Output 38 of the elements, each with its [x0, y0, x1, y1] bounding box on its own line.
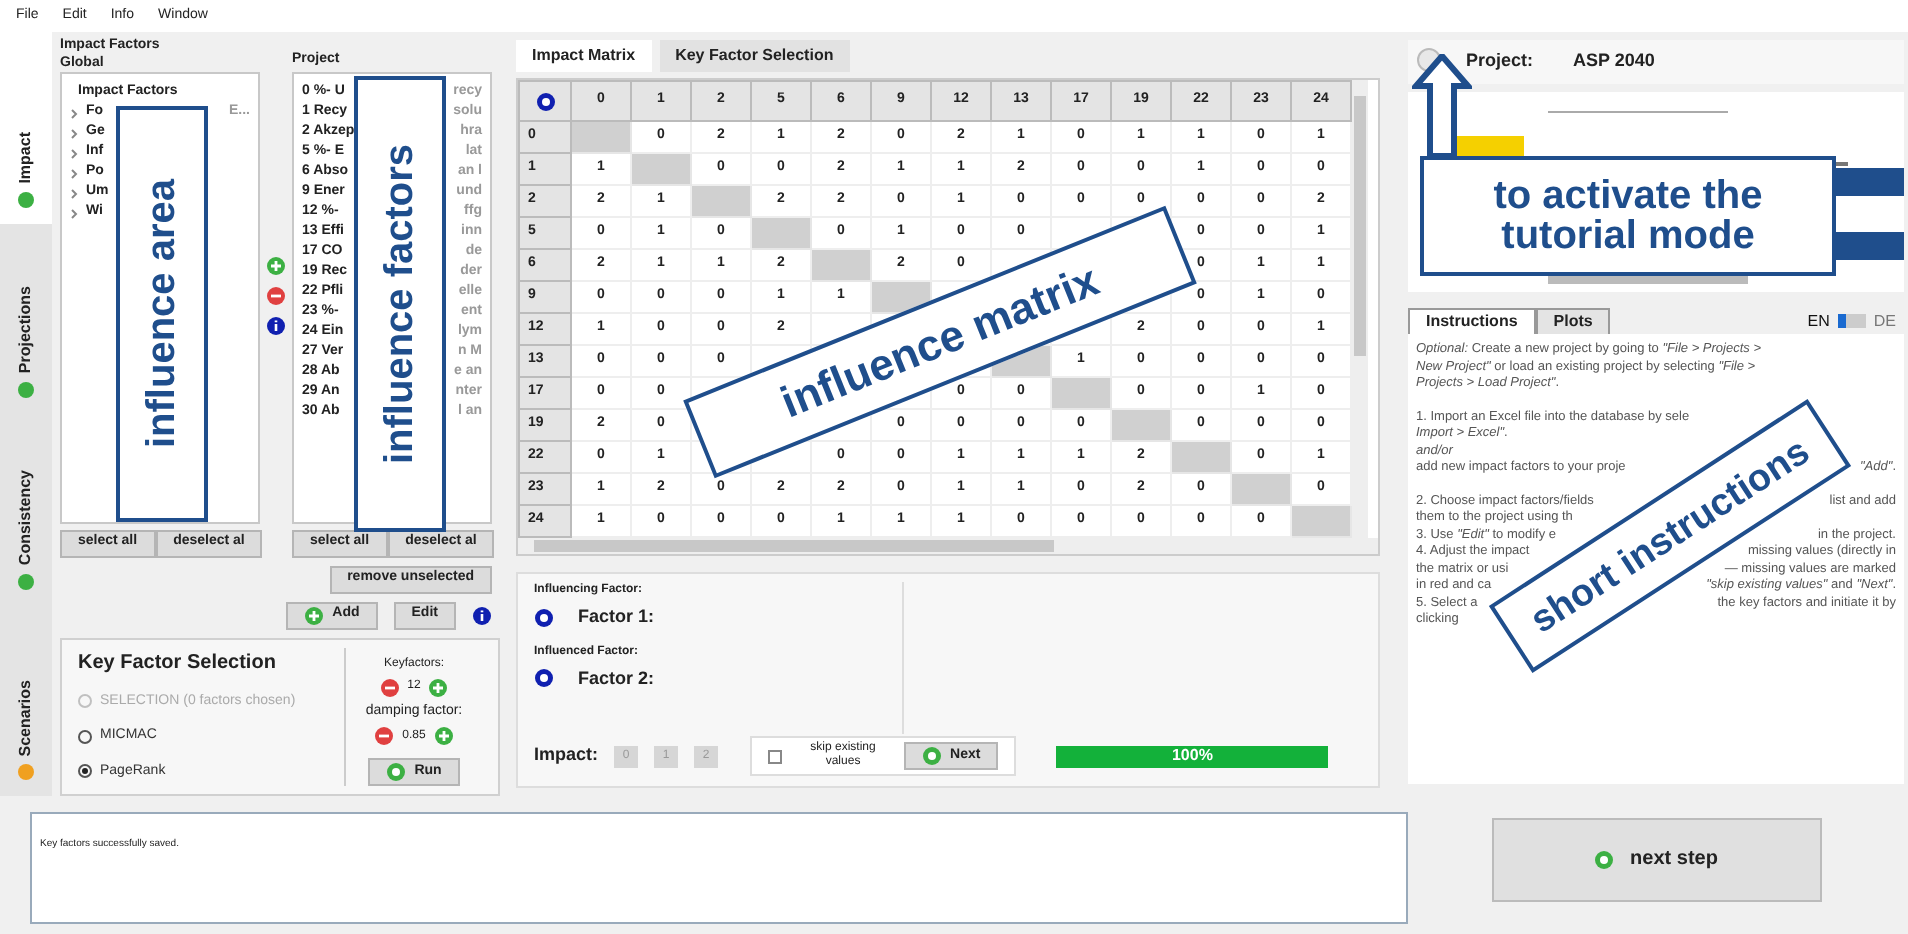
annotation-label: to activate the tutorial mode	[1420, 156, 1836, 276]
plus-icon	[433, 726, 454, 746]
selector-icon	[534, 607, 554, 628]
tab[interactable]: Plots	[1535, 308, 1611, 334]
annotation-label: influence factors	[354, 76, 446, 532]
minus-icon	[374, 726, 395, 746]
annotation-label: influence area	[116, 106, 208, 522]
tab[interactable]: Key Factor Selection	[659, 40, 850, 72]
factor-name: Factor 1:	[578, 604, 655, 630]
selector-icon	[534, 668, 554, 689]
side-tab[interactable]: Impact	[0, 32, 52, 223]
remove-icon	[266, 286, 286, 307]
project-label: Project:	[1466, 48, 1534, 75]
next-step-button[interactable]: next step	[1491, 817, 1821, 901]
progress-reading: 100%	[1169, 745, 1215, 767]
radio-button[interactable]	[78, 764, 92, 779]
language-option[interactable]: EN	[1807, 309, 1830, 333]
radio-button[interactable]	[78, 729, 92, 744]
info-icon	[266, 316, 286, 337]
plus-icon	[428, 677, 449, 697]
play-icon	[922, 746, 943, 766]
tab[interactable]: Instructions	[1408, 308, 1536, 334]
factor-name: Factor 2:	[578, 665, 655, 691]
language-option[interactable]: DE	[1873, 309, 1896, 333]
play-icon	[1594, 849, 1615, 869]
vertical-scrollbar[interactable]	[1352, 80, 1368, 538]
select-all-icon	[535, 91, 555, 111]
horizontal-scrollbar[interactable]	[518, 538, 1378, 554]
checkbox[interactable]	[768, 749, 783, 763]
minus-icon	[379, 677, 400, 697]
project-name: ASP 2040	[1573, 48, 1655, 75]
play-icon	[386, 762, 407, 782]
impact-label: Impact:	[534, 742, 599, 769]
section-title: Key Factor Selection	[78, 649, 278, 677]
info-icon	[472, 605, 492, 625]
plus-icon	[304, 605, 325, 625]
add-icon	[266, 256, 286, 277]
tab[interactable]: Impact Matrix	[516, 40, 652, 72]
